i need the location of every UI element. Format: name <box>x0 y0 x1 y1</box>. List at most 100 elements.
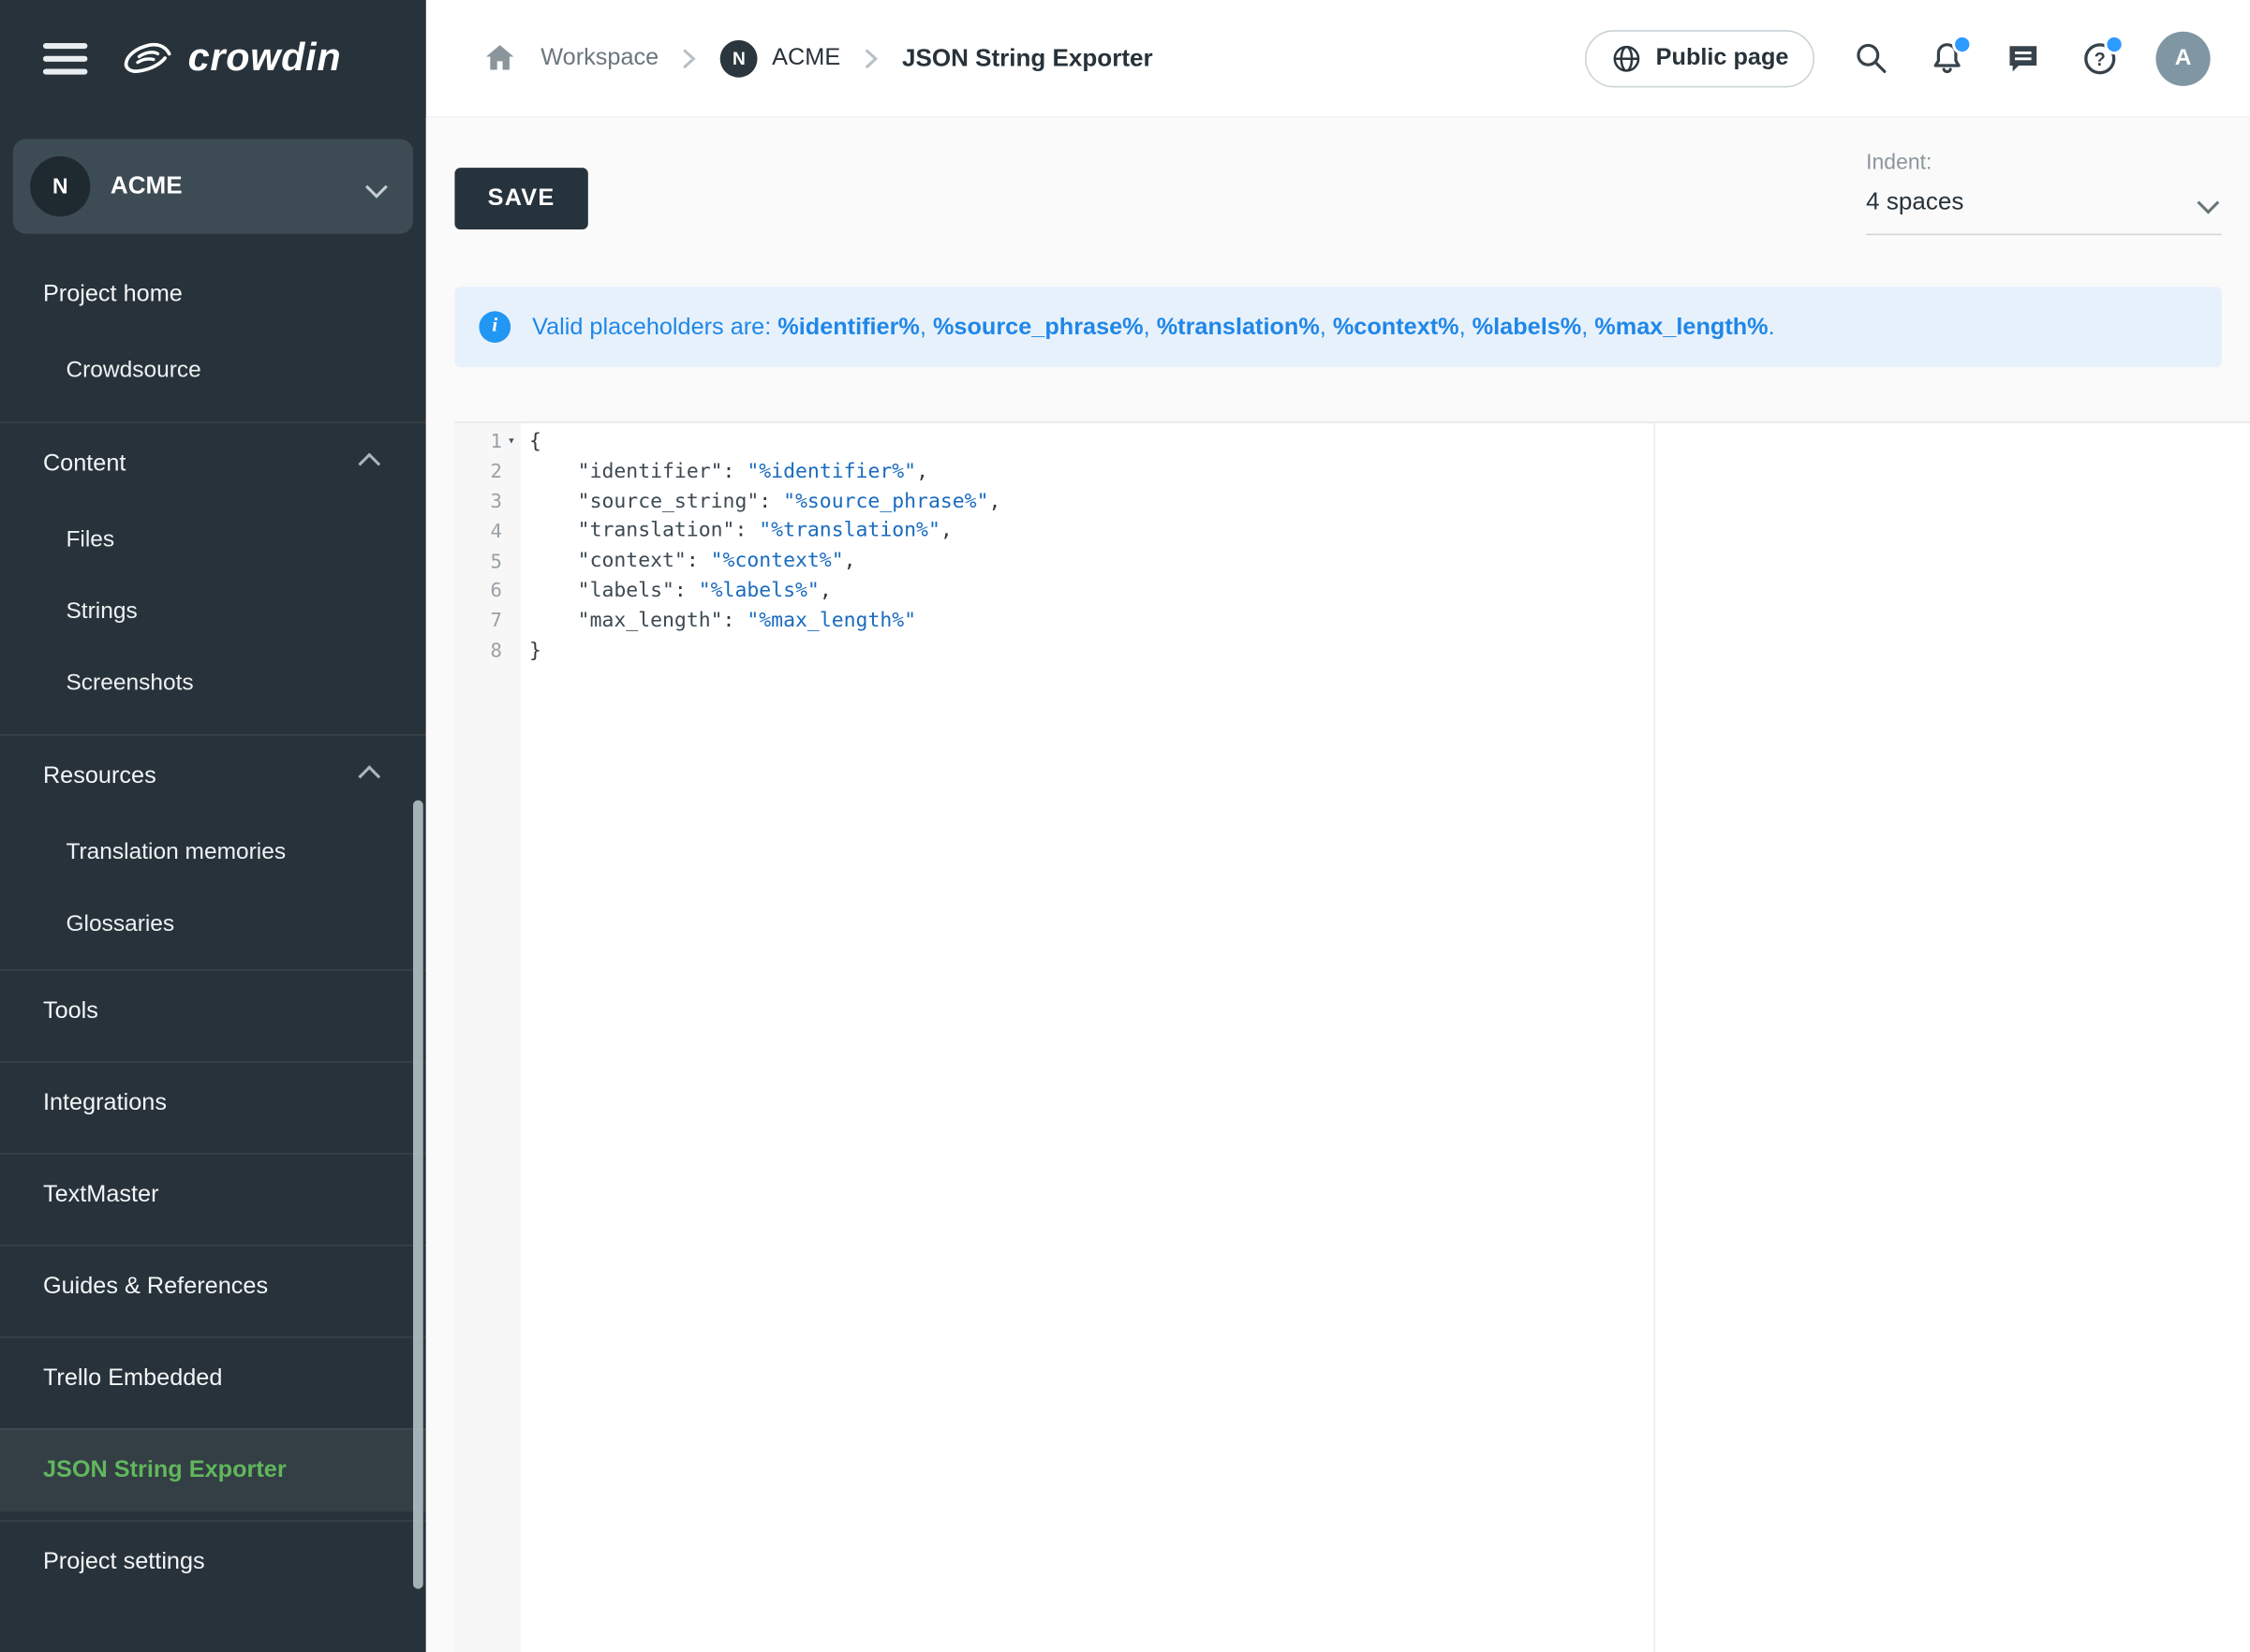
org-badge: N <box>720 39 758 77</box>
code-line: "translation": "%translation%", <box>529 517 2250 547</box>
user-avatar[interactable]: A <box>2155 31 2210 85</box>
placeholder-token: %labels% <box>1473 314 1582 340</box>
editor-code[interactable]: { "identifier": "%identifier%", "source_… <box>521 423 2250 1652</box>
crowdin-app: crowdin N ACME Project home Crowdsource Co… <box>0 0 2250 1652</box>
sidebar-item-label: Integrations <box>43 1090 167 1117</box>
help-button[interactable]: ? <box>2080 38 2118 77</box>
sidebar-item-label: Glossaries <box>66 912 174 938</box>
line-number: 7 <box>454 606 520 636</box>
sidebar-item-crowdsource[interactable]: Crowdsource <box>0 335 426 407</box>
sidebar-item-content[interactable]: Content <box>0 421 426 505</box>
chevron-up-icon <box>358 452 380 475</box>
chevron-right-icon <box>683 48 696 67</box>
sidebar-item-textmaster[interactable]: TextMaster <box>0 1153 426 1236</box>
sidebar-item-label: Resources <box>43 763 156 790</box>
sidebar-item-label: Project home <box>43 281 183 308</box>
chevron-right-icon <box>865 48 878 67</box>
globe-icon <box>1611 42 1643 74</box>
breadcrumb-workspace[interactable]: Workspace <box>540 44 659 71</box>
public-page-button[interactable]: Public page <box>1586 29 1814 86</box>
notifications-button[interactable] <box>1928 38 1966 77</box>
project-selector[interactable]: N ACME <box>13 140 413 234</box>
main-area: Workspace N ACME JSON String Exporter Pu… <box>426 0 2250 1652</box>
sidebar-item-resources[interactable]: Resources <box>0 734 426 818</box>
banner-separator: , <box>920 314 933 340</box>
hamburger-menu-icon[interactable] <box>43 42 87 74</box>
sidebar-item-label: Translation memories <box>66 840 286 866</box>
sidebar-item-glossaries[interactable]: Glossaries <box>0 889 426 961</box>
search-icon <box>1853 40 1888 76</box>
line-number: 8 <box>454 636 520 666</box>
indent-label: Indent: <box>1866 151 2222 175</box>
code-line: "max_length": "%max_length%" <box>529 606 2250 636</box>
topbar-actions: Public page <box>1586 29 2211 86</box>
placeholder-token: %identifier% <box>777 314 920 340</box>
editor-ruler <box>1654 423 1656 1652</box>
chevron-up-icon <box>358 765 380 788</box>
banner-separator: , <box>1459 314 1473 340</box>
sidebar-item-project-home[interactable]: Project home <box>0 254 426 335</box>
indent-selected-value: 4 spaces <box>1866 188 1963 217</box>
sidebar-item-project-settings[interactable]: Project settings <box>0 1520 426 1603</box>
sidebar-item-tools[interactable]: Tools <box>0 969 426 1053</box>
sidebar-item-trello-embedded[interactable]: Trello Embedded <box>0 1336 426 1420</box>
line-number: 2 <box>454 457 520 487</box>
line-number: 1▾ <box>454 427 520 457</box>
save-button[interactable]: SAVE <box>454 168 587 229</box>
code-line: "source_string": "%source_phrase%", <box>529 487 2250 517</box>
sidebar-item-label: JSON String Exporter <box>43 1457 287 1484</box>
sidebar-item-label: Crowdsource <box>66 359 200 385</box>
sidebar-item-strings[interactable]: Strings <box>0 577 426 649</box>
crowdin-logo[interactable]: crowdin <box>122 36 341 80</box>
sidebar-item-label: Tools <box>43 998 98 1025</box>
sidebar-scrollbar[interactable] <box>413 800 423 1588</box>
chevron-down-icon <box>2197 191 2219 214</box>
placeholders-banner: i Valid placeholders are: %identifier%, … <box>454 287 2222 367</box>
line-number: 6 <box>454 577 520 607</box>
breadcrumb-org[interactable]: N ACME <box>720 39 840 77</box>
topbar: Workspace N ACME JSON String Exporter Pu… <box>426 0 2250 118</box>
info-icon: i <box>479 311 511 343</box>
code-line: } <box>529 636 2250 666</box>
code-line: "labels": "%labels%", <box>529 577 2250 607</box>
banner-separator: , <box>1581 314 1594 340</box>
sidebar-item-label: Screenshots <box>66 671 193 698</box>
banner-text: Valid placeholders are: %identifier%, %s… <box>532 314 1775 341</box>
line-number: 3 <box>454 487 520 517</box>
messages-button[interactable] <box>2004 38 2042 77</box>
code-line: { <box>529 427 2250 457</box>
fold-arrow-icon[interactable]: ▾ <box>502 427 521 457</box>
sidebar-item-label: Strings <box>66 599 137 626</box>
sidebar-item-translation-memories[interactable]: Translation memories <box>0 818 426 890</box>
code-line: "identifier": "%identifier%", <box>529 457 2250 487</box>
code-editor[interactable]: 1▾2345678 { "identifier": "%identifier%"… <box>454 421 2250 1652</box>
editor-gutter: 1▾2345678 <box>454 423 520 1652</box>
sidebar-item-label: Files <box>66 528 114 554</box>
sidebar-item-label: Project settings <box>43 1549 205 1576</box>
indent-control: Indent: 4 spaces <box>1866 151 2222 235</box>
sidebar-item-json-string-exporter[interactable]: JSON String Exporter <box>0 1428 426 1512</box>
sidebar-item-screenshots[interactable]: Screenshots <box>0 648 426 720</box>
placeholder-token: %translation% <box>1157 314 1320 340</box>
placeholder-token: %context% <box>1333 314 1459 340</box>
public-page-label: Public page <box>1656 44 1789 71</box>
sidebar-menu: Project home Crowdsource Content Files Strin… <box>0 254 426 1603</box>
breadcrumb: Workspace N ACME JSON String Exporter <box>483 39 1153 77</box>
sidebar: crowdin N ACME Project home Crowdsource Co… <box>0 0 426 1652</box>
sidebar-item-label: Content <box>43 450 126 478</box>
sidebar-item-integrations[interactable]: Integrations <box>0 1061 426 1144</box>
code-line: "context": "%context%", <box>529 547 2250 577</box>
sidebar-item-label: Trello Embedded <box>43 1365 222 1393</box>
line-number: 5 <box>454 547 520 577</box>
search-button[interactable] <box>1852 38 1890 77</box>
banner-separator: , <box>1144 314 1157 340</box>
placeholder-token: %max_length% <box>1594 314 1768 340</box>
chat-icon <box>2006 40 2041 76</box>
sidebar-item-guides-references[interactable]: Guides & References <box>0 1245 426 1328</box>
help-dot <box>2104 35 2124 54</box>
placeholder-token: %source_phrase% <box>933 314 1144 340</box>
chevron-down-icon <box>365 175 388 198</box>
sidebar-item-files[interactable]: Files <box>0 505 426 577</box>
indent-select[interactable]: 4 spaces <box>1866 188 2222 236</box>
home-icon[interactable] <box>483 41 516 74</box>
